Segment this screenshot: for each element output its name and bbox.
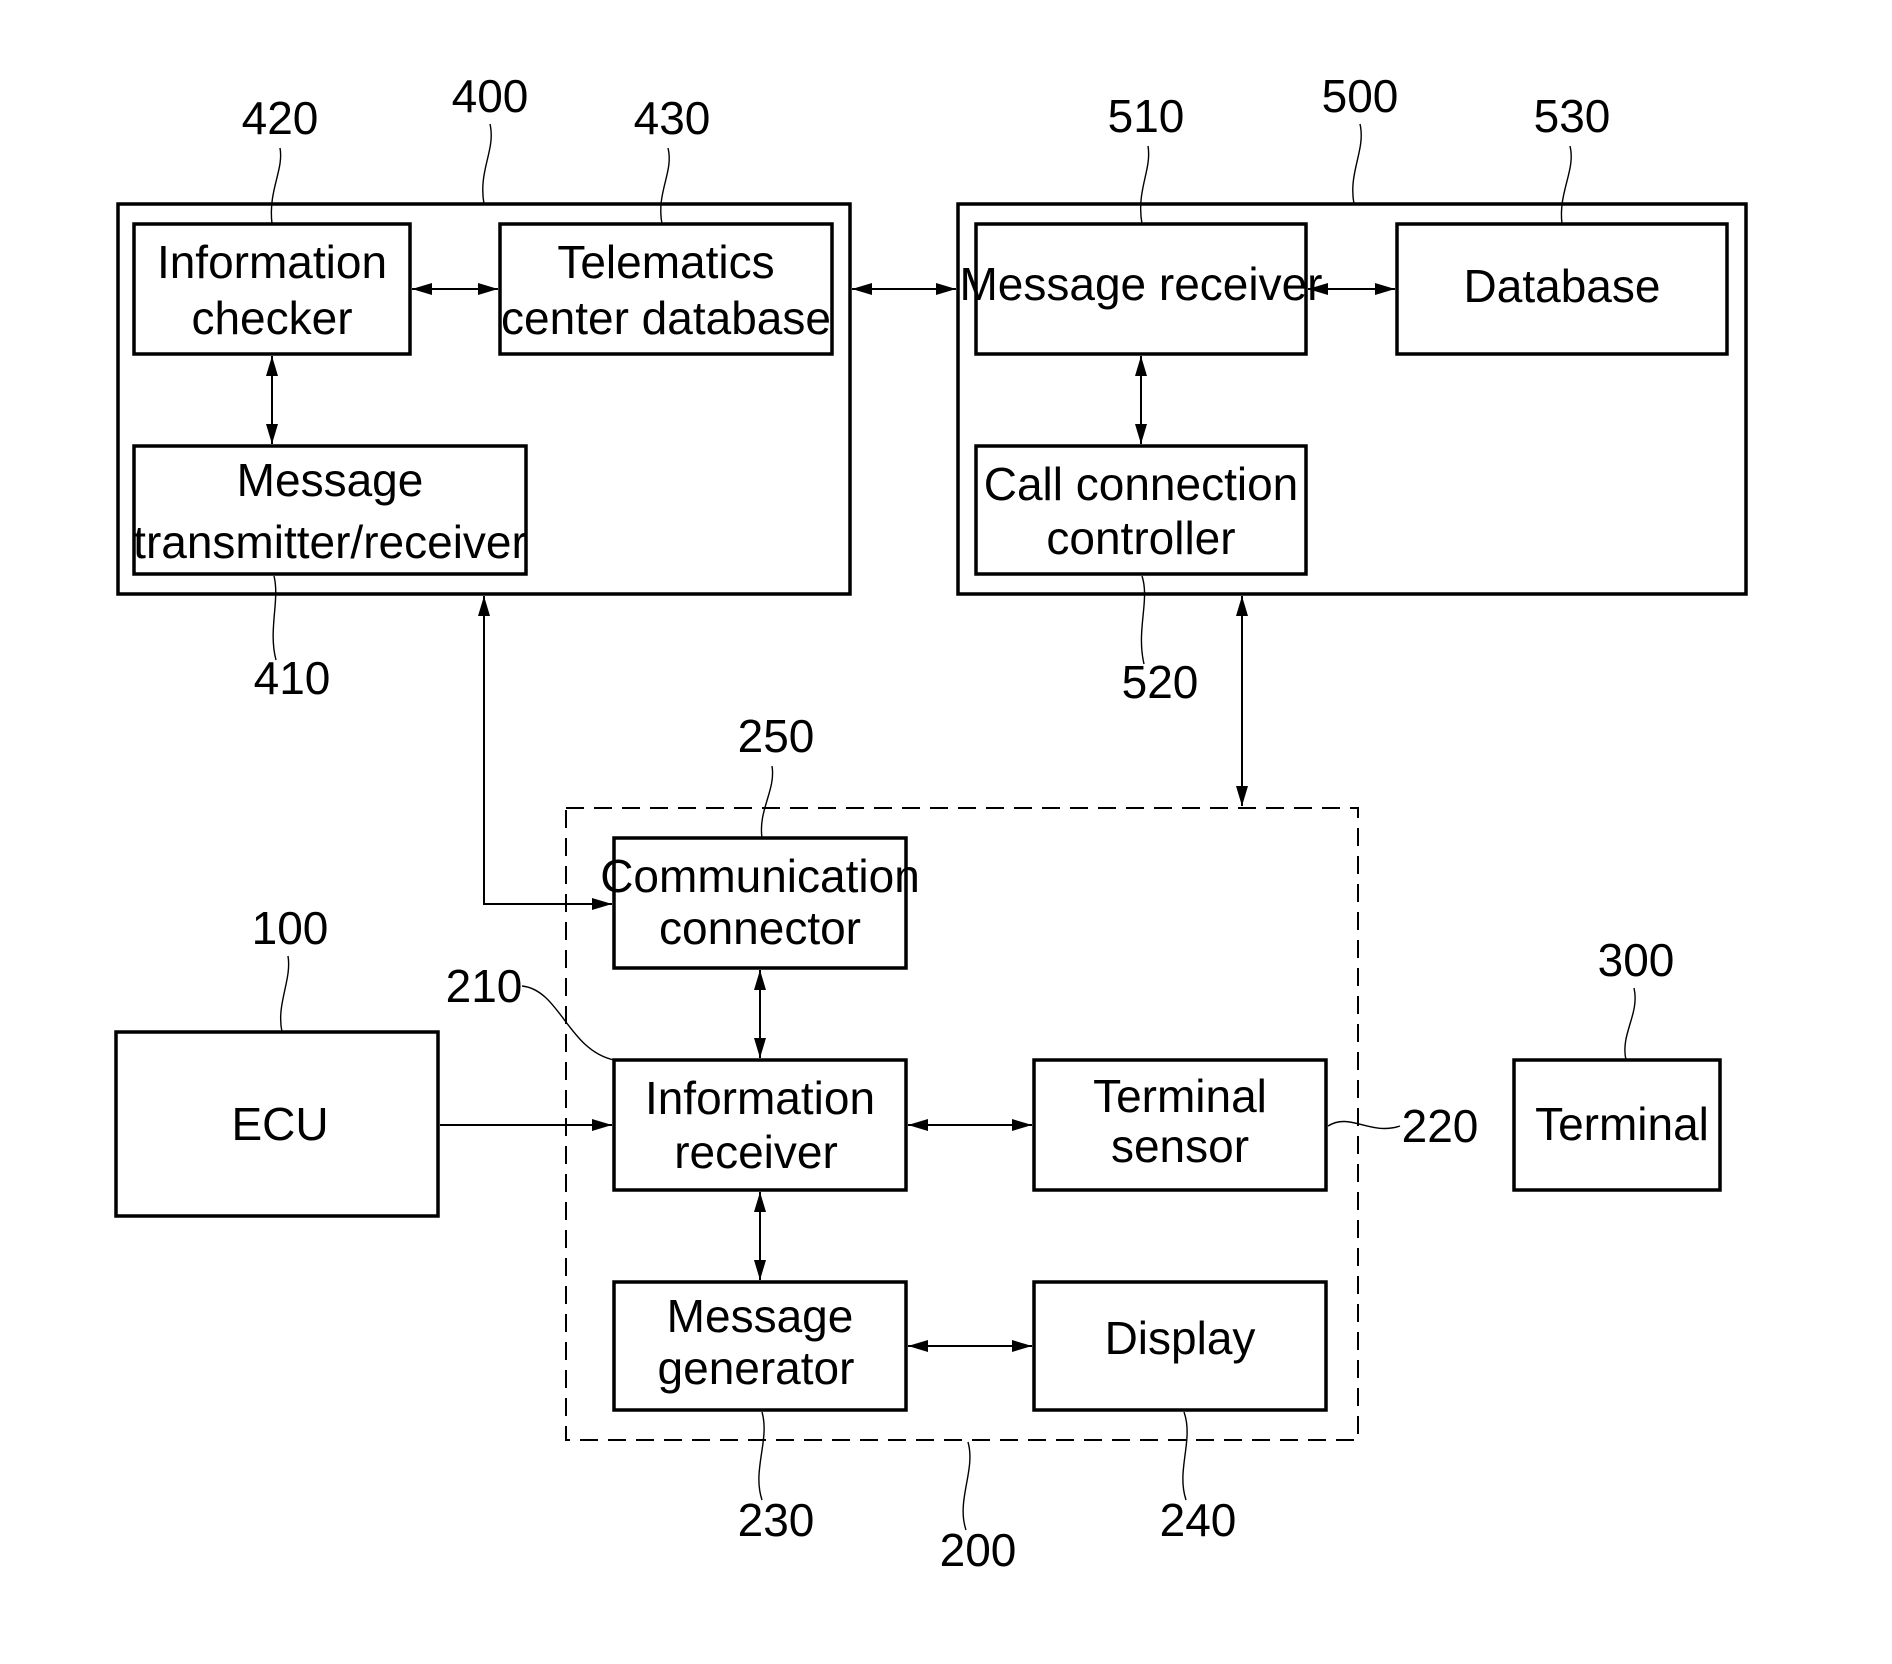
svg-text:410: 410 [254,652,331,704]
ref-220: 220 [1327,1100,1479,1152]
svg-text:420: 420 [242,92,319,144]
block-telematics-db: Telematics center database [498,222,834,356]
block-label: receiver [674,1126,838,1178]
ref-210: 210 [446,960,615,1061]
block-label: sensor [1111,1120,1249,1172]
block-label: Information [645,1072,875,1124]
svg-text:250: 250 [738,710,815,762]
svg-text:200: 200 [940,1524,1017,1576]
block-label: Message [667,1290,854,1342]
block-terminal-sensor: Terminal sensor [1032,1058,1328,1192]
svg-text:210: 210 [446,960,523,1012]
arrow-400-commconn [478,596,612,910]
block-label: controller [1046,512,1235,564]
block-msg-generator: Message generator [612,1280,908,1412]
block-label: Message [237,454,424,506]
block-label: connector [659,902,861,954]
block-comm-connector: Communication connector [600,836,920,970]
svg-text:510: 510 [1108,90,1185,142]
block-label: Terminal [1535,1098,1709,1150]
block-label: Telematics [557,236,774,288]
block-info-receiver: Information receiver [612,1058,908,1192]
svg-text:400: 400 [452,70,529,122]
block-label: center database [501,292,831,344]
svg-text:500: 500 [1322,70,1399,122]
block-terminal: Terminal [1512,1058,1722,1192]
block-label: Database [1464,260,1661,312]
block-label: ECU [231,1098,328,1150]
block-info-checker: Information checker [132,222,412,356]
svg-text:530: 530 [1534,90,1611,142]
ref-200: 200 [940,1441,1017,1576]
ref-240: 240 [1160,1411,1237,1546]
block-call-ctrl: Call connection controller [974,444,1308,576]
svg-text:430: 430 [634,92,711,144]
svg-text:230: 230 [738,1494,815,1546]
block-msg-receiver: Message receiver [959,222,1323,356]
svg-text:240: 240 [1160,1494,1237,1546]
block-label: Information [157,236,387,288]
block-label: Call connection [984,458,1299,510]
ref-500: 500 [1322,70,1399,205]
block-label: checker [191,292,352,344]
block-msg-txrx: Message transmitter/receiver [132,444,528,576]
ref-250: 250 [738,710,815,839]
block-label: Message receiver [959,258,1322,310]
svg-text:520: 520 [1122,656,1199,708]
svg-text:100: 100 [252,902,329,954]
block-ecu: ECU [114,1030,440,1218]
ref-300: 300 [1598,934,1675,1061]
block-label: generator [658,1342,855,1394]
block-label: Terminal [1093,1070,1267,1122]
ref-520: 520 [1122,575,1199,708]
block-label: Display [1105,1312,1256,1364]
block-database: Database [1395,222,1729,356]
ref-400: 400 [452,70,529,205]
block-display: Display [1032,1280,1328,1412]
svg-text:300: 300 [1598,934,1675,986]
svg-text:220: 220 [1402,1100,1479,1152]
block-diagram: Information checker Telematics center da… [114,70,1748,1576]
block-label: Communication [600,850,920,902]
ref-100: 100 [252,902,329,1033]
ref-230: 230 [738,1411,815,1546]
block-label: transmitter/receiver [133,516,527,568]
